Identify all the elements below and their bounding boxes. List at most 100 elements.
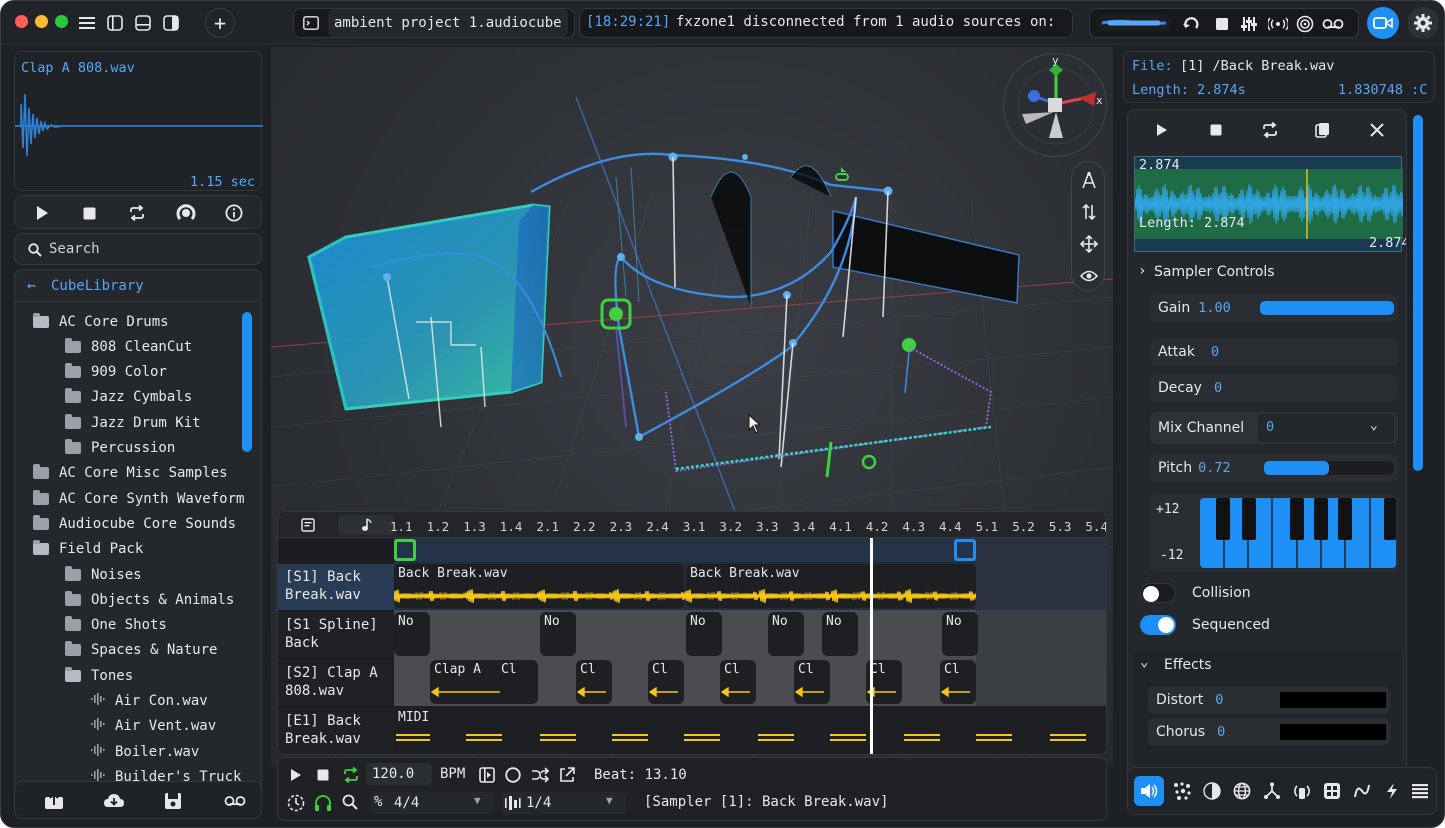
loop-region[interactable] xyxy=(394,538,1106,562)
stop-icon[interactable] xyxy=(315,767,331,783)
volume-knob-icon[interactable] xyxy=(175,202,197,224)
globe-icon[interactable] xyxy=(1232,781,1252,801)
library-folder-item[interactable]: 808 CleanCut xyxy=(33,334,192,359)
track-label-s1[interactable]: [S1] Back Break.wav xyxy=(278,564,394,610)
quantize-select[interactable]: 1/4 ▼ xyxy=(502,792,626,814)
library-folder-item[interactable]: 909 Color xyxy=(33,360,167,385)
info-icon[interactable] xyxy=(224,203,244,223)
distort-slider[interactable] xyxy=(1280,692,1386,708)
mixer-icon[interactable] xyxy=(1240,15,1258,33)
library-scrollbar[interactable] xyxy=(242,312,252,452)
gain-slider[interactable] xyxy=(1260,301,1394,315)
timer-icon[interactable] xyxy=(286,793,306,813)
close-window-button[interactable] xyxy=(15,15,28,28)
particles-icon[interactable] xyxy=(1172,781,1192,801)
track-label-s2[interactable]: [S2] Clap A 808.wav xyxy=(278,660,394,706)
swap-vertical-icon[interactable] xyxy=(1079,202,1099,222)
bottom-panel-toggle-icon[interactable] xyxy=(133,13,153,33)
undo-icon[interactable] xyxy=(1182,15,1200,33)
add-icon[interactable]: + xyxy=(205,8,235,38)
loop-icon[interactable] xyxy=(341,766,361,784)
sequencer-ruler[interactable]: 1.1 1.2 1.3 1.4 2.1 2.2 2.3 2.4 3.1 3.2 3.3 3.4 4.1 4… xyxy=(278,512,1106,538)
note-view-icon[interactable] xyxy=(338,515,394,535)
octave-up-button[interactable]: +12 xyxy=(1156,502,1179,517)
contrast-icon[interactable] xyxy=(1202,781,1222,801)
sample-waveform-editor[interactable]: 2.874 Length: 2.874 2.874 xyxy=(1134,156,1406,252)
pitch-control[interactable]: Pitch 0.72 xyxy=(1150,454,1398,482)
track-label-s1-spline[interactable]: [S1 Spline] Back xyxy=(278,612,394,658)
clip-view-icon[interactable] xyxy=(294,517,322,533)
library-folder-item[interactable]: Objects & Animals xyxy=(33,587,234,612)
broadcast-icon[interactable] xyxy=(1268,15,1288,33)
library-folder-item[interactable]: Jazz Cymbals xyxy=(33,385,192,410)
decay-control[interactable]: Decay 0 xyxy=(1150,374,1398,402)
target-icon[interactable] xyxy=(1296,15,1314,33)
minimize-window-button[interactable] xyxy=(35,15,48,28)
spline-clip[interactable]: No xyxy=(394,612,430,656)
console-bar[interactable]: [18:29:21] fxzone1 disconnected from 1 a… xyxy=(579,8,1073,38)
zoom-window-button[interactable] xyxy=(55,15,68,28)
lightning-icon[interactable] xyxy=(1382,781,1402,801)
search-box[interactable]: Search xyxy=(14,233,262,265)
spline-clip[interactable]: No xyxy=(540,612,576,656)
eye-icon[interactable] xyxy=(1079,266,1099,286)
library-folder-item[interactable]: Noises xyxy=(33,562,142,587)
tape-icon[interactable] xyxy=(223,792,247,810)
import-icon[interactable] xyxy=(43,791,65,811)
loop-icon[interactable] xyxy=(1260,121,1280,139)
compass-icon[interactable] xyxy=(1079,170,1099,190)
menu-icon[interactable] xyxy=(77,13,97,33)
library-folder-item[interactable]: Tones xyxy=(33,663,133,688)
collision-toggle[interactable] xyxy=(1140,583,1176,603)
loop-end-marker[interactable] xyxy=(954,539,976,561)
library-folder-item[interactable]: Audiocube Core Sounds xyxy=(33,511,236,536)
chorus-slider[interactable] xyxy=(1280,724,1386,740)
gear-icon[interactable] xyxy=(1407,7,1439,39)
zoom-icon[interactable] xyxy=(341,793,359,811)
playhead[interactable] xyxy=(870,538,873,754)
metronome-grid-icon[interactable] xyxy=(478,766,496,784)
lane-s1-spline[interactable]: No No No No No No xyxy=(394,610,1106,658)
lane-s1[interactable]: Back Break.wav Back Break.wav xyxy=(394,562,1106,610)
branch-icon[interactable] xyxy=(1262,781,1282,801)
lane-s2[interactable]: Clap A Cl Cl Cl Cl Cl Cl Cl xyxy=(394,658,1106,706)
library-folder-item[interactable]: One Shots xyxy=(33,613,167,638)
save-icon[interactable] xyxy=(163,791,183,811)
library-folder-item[interactable]: Field Pack xyxy=(33,537,143,562)
distort-control[interactable]: Distort 0 xyxy=(1148,686,1390,714)
speaker-icon[interactable] xyxy=(1134,776,1164,806)
pitch-slider[interactable] xyxy=(1264,461,1394,475)
right-panel-toggle-icon[interactable] xyxy=(161,13,181,33)
shuffle-icon[interactable] xyxy=(531,766,549,784)
library-folder-item[interactable]: AC Core Misc Samples xyxy=(33,461,228,486)
stop-icon[interactable] xyxy=(1208,122,1224,138)
spline-clip[interactable]: No xyxy=(822,612,858,656)
spline-clip[interactable]: No xyxy=(686,612,722,656)
video-record-icon[interactable] xyxy=(1367,7,1399,39)
stop-icon[interactable] xyxy=(81,205,97,221)
attack-control[interactable]: Attak 0 xyxy=(1150,338,1398,366)
gain-control[interactable]: Gain 1.00 xyxy=(1150,294,1398,322)
move-icon[interactable] xyxy=(1079,234,1099,254)
export-icon[interactable] xyxy=(558,766,576,784)
headphones-icon[interactable] xyxy=(313,793,333,813)
play-icon[interactable] xyxy=(33,204,51,222)
inspector-scrollbar[interactable] xyxy=(1413,115,1423,471)
effects-header[interactable]: ⌄ Effects xyxy=(1134,650,1402,680)
sampler-controls-header[interactable]: › Sampler Controls xyxy=(1128,258,1406,286)
record-tape-icon[interactable] xyxy=(1322,16,1344,32)
loop-start-marker[interactable] xyxy=(394,539,416,561)
stop-icon[interactable] xyxy=(1214,16,1230,32)
library-folder-item[interactable]: Jazz Drum Kit xyxy=(33,410,201,435)
search-input[interactable]: Search xyxy=(49,241,100,257)
axis-gizmo[interactable]: y x xyxy=(1003,53,1107,157)
library-folder-item[interactable]: Percussion xyxy=(33,436,175,461)
play-icon[interactable] xyxy=(288,767,304,783)
library-header[interactable]: ← CubeLibrary xyxy=(15,270,261,302)
library-file-item[interactable]: Air Con.wav xyxy=(33,689,208,714)
track-label-e1[interactable]: [E1] Back Break.wav xyxy=(278,708,394,754)
time-signature-select[interactable]: % 4/4 ▼ xyxy=(370,792,494,814)
spline-clip[interactable]: No xyxy=(768,612,804,656)
grid-icon[interactable] xyxy=(1322,781,1342,801)
loop-icon[interactable] xyxy=(127,204,147,222)
